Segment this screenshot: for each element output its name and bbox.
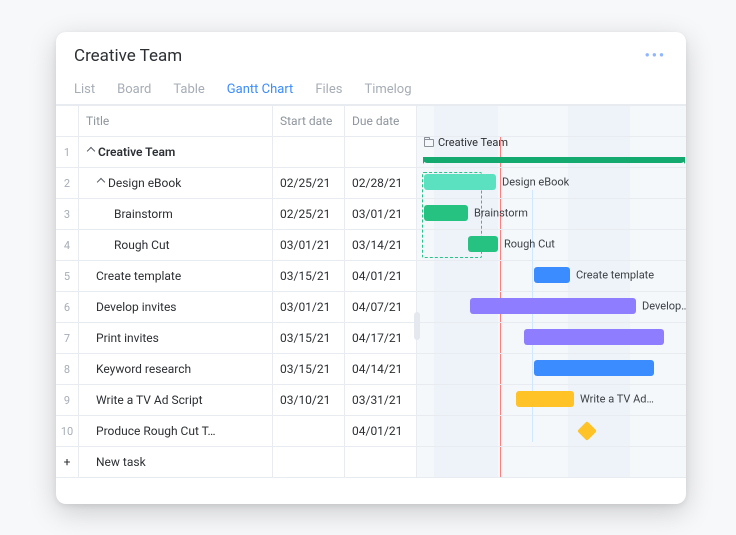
timeline-row[interactable]: Develop… <box>416 292 686 323</box>
col-start-date[interactable]: Start date <box>272 106 344 137</box>
task-start-date[interactable]: 03/10/21 <box>272 385 344 416</box>
task-due-date[interactable]: 03/31/21 <box>344 385 416 416</box>
row-number: 1 <box>56 137 78 168</box>
empty-cell <box>344 447 416 478</box>
add-task-icon[interactable]: + <box>56 447 78 478</box>
task-title[interactable]: Design eBook <box>78 168 272 199</box>
chevron-down-icon[interactable] <box>86 146 96 156</box>
new-task-button[interactable]: New task <box>78 447 272 478</box>
tab-files[interactable]: Files <box>315 82 342 105</box>
task-start-date[interactable]: 03/01/21 <box>272 292 344 323</box>
task-title[interactable]: Print invites <box>78 323 272 354</box>
row-number: 8 <box>56 354 78 385</box>
row-number: 5 <box>56 261 78 292</box>
gantt-bar[interactable] <box>524 329 664 345</box>
gantt-bar[interactable]: Brainstorm <box>424 205 468 221</box>
task-title[interactable]: Brainstorm <box>78 199 272 230</box>
tab-board[interactable]: Board <box>117 82 151 105</box>
task-title[interactable]: Keyword research <box>78 354 272 385</box>
task-start-date[interactable]: 03/15/21 <box>272 354 344 385</box>
task-start-date[interactable] <box>272 416 344 447</box>
task-title[interactable]: Create template <box>78 261 272 292</box>
task-start-date[interactable]: 03/15/21 <box>272 261 344 292</box>
row-number: 9 <box>56 385 78 416</box>
task-due-date[interactable]: 04/01/21 <box>344 416 416 447</box>
card-header: Creative Team ••• <box>56 32 686 66</box>
gantt-bar[interactable]: Write a TV Ad… <box>516 391 574 407</box>
gantt-summary-bar[interactable] <box>424 157 684 163</box>
timeline-header: MarchApril1-1415-311-14 <box>416 106 686 137</box>
row-number: 7 <box>56 323 78 354</box>
task-due-date[interactable] <box>344 137 416 168</box>
task-due-date[interactable]: 04/14/21 <box>344 354 416 385</box>
timeline-row[interactable]: Create template <box>416 261 686 292</box>
gantt-bar[interactable]: Develop… <box>470 298 636 314</box>
folder-icon <box>424 139 434 147</box>
gantt-bar[interactable]: Design eBook <box>424 174 496 190</box>
task-start-date[interactable]: 03/15/21 <box>272 323 344 354</box>
gantt-card: Creative Team ••• List Board Table Gantt… <box>56 32 686 504</box>
col-title[interactable]: Title <box>78 106 272 137</box>
task-start-date[interactable]: 03/01/21 <box>272 230 344 261</box>
row-number: 6 <box>56 292 78 323</box>
task-title[interactable]: Produce Rough Cut T… <box>78 416 272 447</box>
task-due-date[interactable]: 03/14/21 <box>344 230 416 261</box>
gantt-bar[interactable]: Rough Cut <box>468 236 498 252</box>
task-title[interactable]: Develop invites <box>78 292 272 323</box>
empty-cell <box>272 447 344 478</box>
task-due-date[interactable]: 04/07/21 <box>344 292 416 323</box>
gantt-bar[interactable]: Create template <box>534 267 570 283</box>
col-due-date[interactable]: Due date <box>344 106 416 137</box>
task-start-date[interactable]: 02/25/21 <box>272 199 344 230</box>
gantt-grid: TitleStart dateDue dateMarchApril1-1415-… <box>56 105 686 478</box>
tab-timelog[interactable]: Timelog <box>364 82 411 105</box>
row-number: 4 <box>56 230 78 261</box>
timeline-row[interactable] <box>416 416 686 447</box>
gantt-bar-label: Brainstorm <box>474 207 528 220</box>
gantt-bar-label: Design eBook <box>502 176 569 189</box>
row-number: 3 <box>56 199 78 230</box>
chevron-down-icon[interactable] <box>96 177 106 187</box>
task-due-date[interactable]: 02/28/21 <box>344 168 416 199</box>
page-title: Creative Team <box>74 46 182 66</box>
gantt-bar[interactable] <box>534 360 654 376</box>
gantt-bar-label: Create template <box>576 269 654 282</box>
row-number: 10 <box>56 416 78 447</box>
task-due-date[interactable]: 04/01/21 <box>344 261 416 292</box>
pane-resize-handle[interactable] <box>414 312 420 340</box>
gantt-bar-label: Develop… <box>642 300 686 313</box>
gantt-bar-label: Rough Cut <box>504 238 555 251</box>
timeline-row[interactable]: Write a TV Ad… <box>416 385 686 416</box>
tab-gantt-chart[interactable]: Gantt Chart <box>227 82 294 105</box>
more-menu-icon[interactable]: ••• <box>645 49 666 63</box>
task-due-date[interactable]: 04/17/21 <box>344 323 416 354</box>
task-due-date[interactable]: 03/01/21 <box>344 199 416 230</box>
col-rownum <box>56 106 78 137</box>
task-start-date[interactable] <box>272 137 344 168</box>
gantt-bar-label: Write a TV Ad… <box>580 393 654 406</box>
tab-table[interactable]: Table <box>173 82 204 105</box>
timeline-row[interactable] <box>416 323 686 354</box>
timeline-row[interactable] <box>416 354 686 385</box>
tab-list[interactable]: List <box>74 82 95 105</box>
task-title[interactable]: Creative Team <box>78 137 272 168</box>
task-start-date[interactable]: 02/25/21 <box>272 168 344 199</box>
timeline-row[interactable]: Creative Team <box>416 137 686 168</box>
timeline-row[interactable]: Design eBook <box>416 168 686 199</box>
view-tabs: List Board Table Gantt Chart Files Timel… <box>56 66 686 105</box>
row-number: 2 <box>56 168 78 199</box>
task-title[interactable]: Rough Cut <box>78 230 272 261</box>
timeline-row <box>416 447 686 478</box>
task-title[interactable]: Write a TV Ad Script <box>78 385 272 416</box>
